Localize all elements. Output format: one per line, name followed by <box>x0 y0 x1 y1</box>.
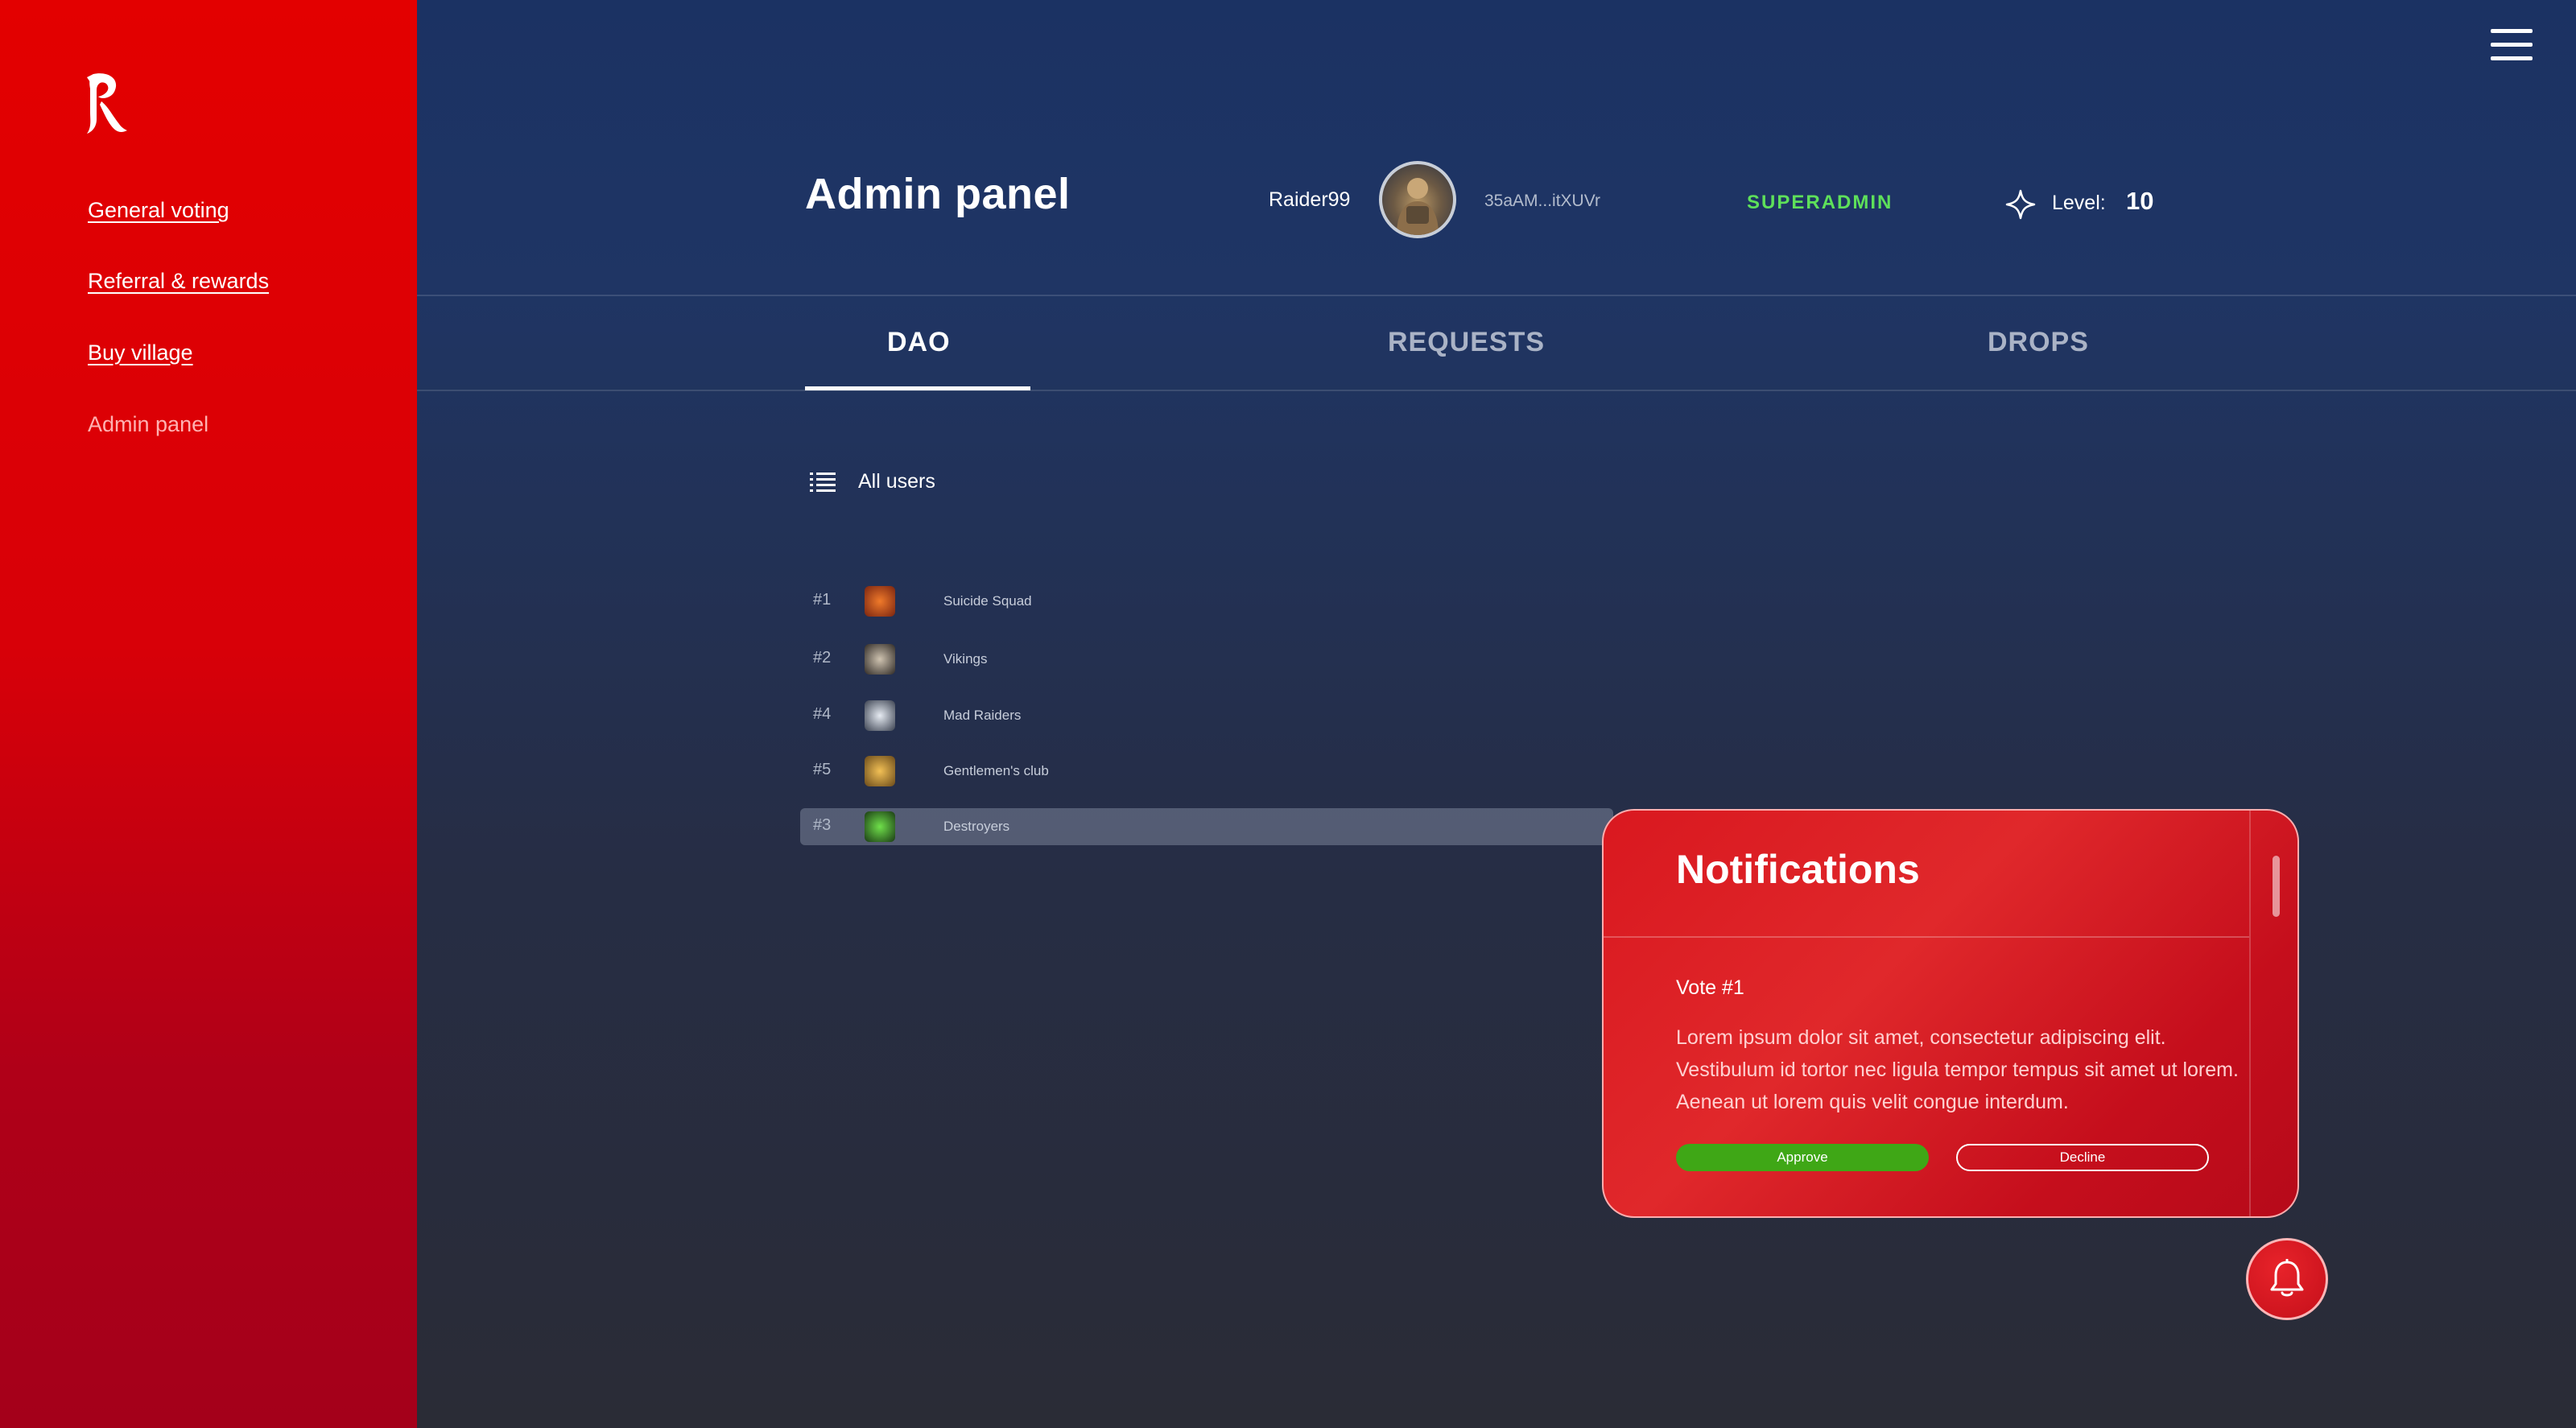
nav-general-voting[interactable]: General voting <box>88 198 229 223</box>
role-badge: SUPERADMIN <box>1747 192 1893 213</box>
notification-body: Lorem ipsum dolor sit amet, consectetur … <box>1676 1026 2239 1113</box>
level-value: 10 <box>2126 187 2154 215</box>
username: Raider99 <box>1269 188 1351 211</box>
approve-button[interactable]: Approve <box>1676 1144 1929 1171</box>
page-title: Admin panel <box>805 170 1071 218</box>
user-name: Destroyers <box>943 819 1010 834</box>
raider-r-logo-icon[interactable] <box>84 71 129 138</box>
user-name: Vikings <box>943 651 988 667</box>
tab-drops[interactable]: DROPS <box>1988 327 2089 358</box>
tab-dao[interactable]: DAO <box>887 327 951 358</box>
bell-icon <box>2270 1259 2304 1297</box>
sidebar: General voting Referral & rewards Buy vi… <box>0 0 417 1428</box>
notification-vote-title: Vote #1 <box>1676 976 1744 999</box>
user-avatar <box>865 700 895 731</box>
header-divider <box>417 295 2576 296</box>
notifications-bell-button[interactable] <box>2246 1238 2328 1320</box>
sparkle-star-icon <box>2005 189 2036 220</box>
tab-requests[interactable]: REQUESTS <box>1388 327 1545 358</box>
all-users-heading: All users <box>858 470 935 493</box>
notifications-divider <box>1604 936 2249 938</box>
user-rank: #5 <box>813 761 832 778</box>
nav-buy-village[interactable]: Buy village <box>88 340 193 365</box>
user-row-selected[interactable]: #3 Destroyers <box>800 808 1613 845</box>
decline-button[interactable]: Decline <box>1956 1144 2209 1171</box>
user-avatar <box>865 756 895 786</box>
user-row[interactable]: #4 Mad Raiders <box>800 697 1613 734</box>
scrollbar-thumb[interactable] <box>2273 856 2280 917</box>
user-row[interactable]: #2 Vikings <box>800 641 1613 678</box>
user-rank: #1 <box>813 591 832 609</box>
user-avatar <box>865 644 895 675</box>
user-row[interactable]: #1 Suicide Squad <box>800 583 1613 620</box>
scrollbar-track <box>2249 811 2251 1216</box>
nav-admin-panel[interactable]: Admin panel <box>88 412 208 437</box>
list-icon <box>810 473 836 492</box>
tabs-divider <box>417 390 2576 391</box>
notifications-panel: Notifications Vote #1 Lorem ipsum dolor … <box>1602 809 2299 1218</box>
user-name: Mad Raiders <box>943 708 1022 723</box>
user-row[interactable]: #5 Gentlemen's club <box>800 753 1613 790</box>
user-rank: #2 <box>813 649 832 667</box>
user-rank: #3 <box>813 816 832 834</box>
notifications-title: Notifications <box>1676 847 1920 892</box>
nav-referral-rewards[interactable]: Referral & rewards <box>88 269 269 294</box>
avatar-raider-image <box>1397 178 1439 235</box>
user-name: Gentlemen's club <box>943 763 1049 778</box>
user-avatar <box>865 811 895 842</box>
level-label: Level: <box>2052 192 2106 214</box>
user-name: Suicide Squad <box>943 593 1032 609</box>
user-avatar <box>865 586 895 617</box>
avatar[interactable] <box>1379 161 1456 238</box>
menu-icon[interactable] <box>2491 29 2533 61</box>
user-rank: #4 <box>813 705 832 723</box>
wallet-address: 35aAM...itXUVr <box>1484 192 1600 210</box>
